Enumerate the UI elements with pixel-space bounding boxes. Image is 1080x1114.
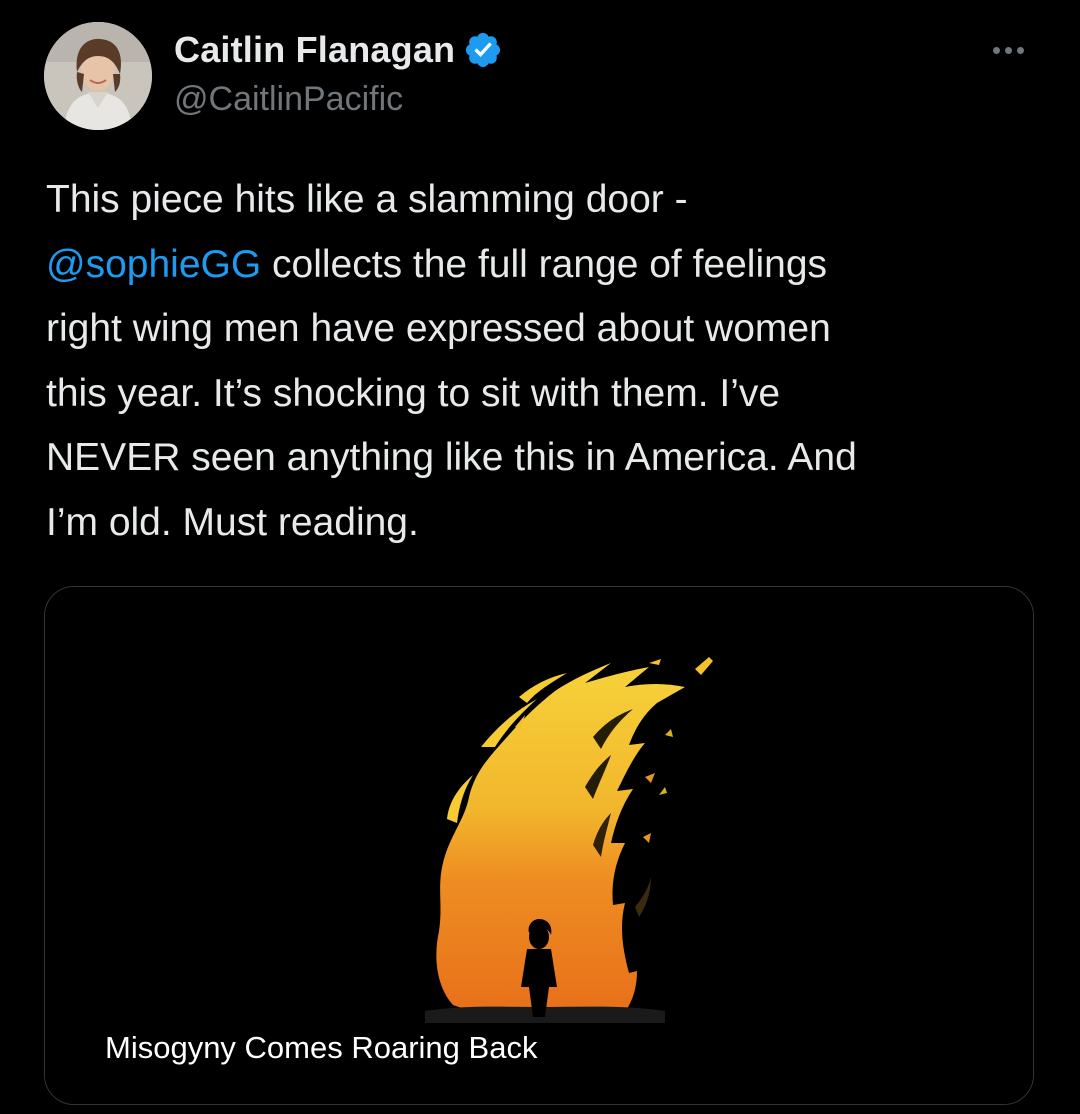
tweet-text-fragment: collects the full range of feelings <box>261 242 828 286</box>
tweet-text-line: @sophieGG collects the full range of fee… <box>46 233 1036 298</box>
avatar[interactable] <box>44 22 152 130</box>
avatar-photo <box>44 22 152 130</box>
author-name-row[interactable]: Caitlin Flanagan <box>174 28 503 72</box>
more-dot <box>992 46 1000 54</box>
tweet-text: This piece hits like a slamming door - @… <box>46 168 1036 555</box>
verified-badge-icon <box>466 32 501 68</box>
mention-link[interactable]: @sophieGG <box>46 243 261 286</box>
more-dot <box>1004 46 1012 54</box>
tweet-text-line: I’m old. Must reading. <box>46 500 419 544</box>
tweet-text-line: right wing men have expressed about wome… <box>46 307 831 350</box>
more-options-button[interactable] <box>984 32 1032 68</box>
card-title[interactable]: Misogyny Comes Roaring Back <box>99 1028 544 1068</box>
author-handle[interactable]: @CaitlinPacific <box>174 80 403 119</box>
tweet-text-line: NEVER seen anything like this in America… <box>46 436 857 479</box>
tweet: Caitlin Flanagan @CaitlinPacific This pi… <box>0 0 1080 1114</box>
tweet-text-line: This piece hits like a slamming door - <box>46 178 688 221</box>
tweet-text-line: this year. It’s shocking to sit with the… <box>46 371 781 415</box>
more-dot <box>1016 46 1024 54</box>
author-display-name[interactable]: Caitlin Flanagan <box>174 29 455 71</box>
link-card[interactable]: Misogyny Comes Roaring Back <box>44 586 1034 1105</box>
